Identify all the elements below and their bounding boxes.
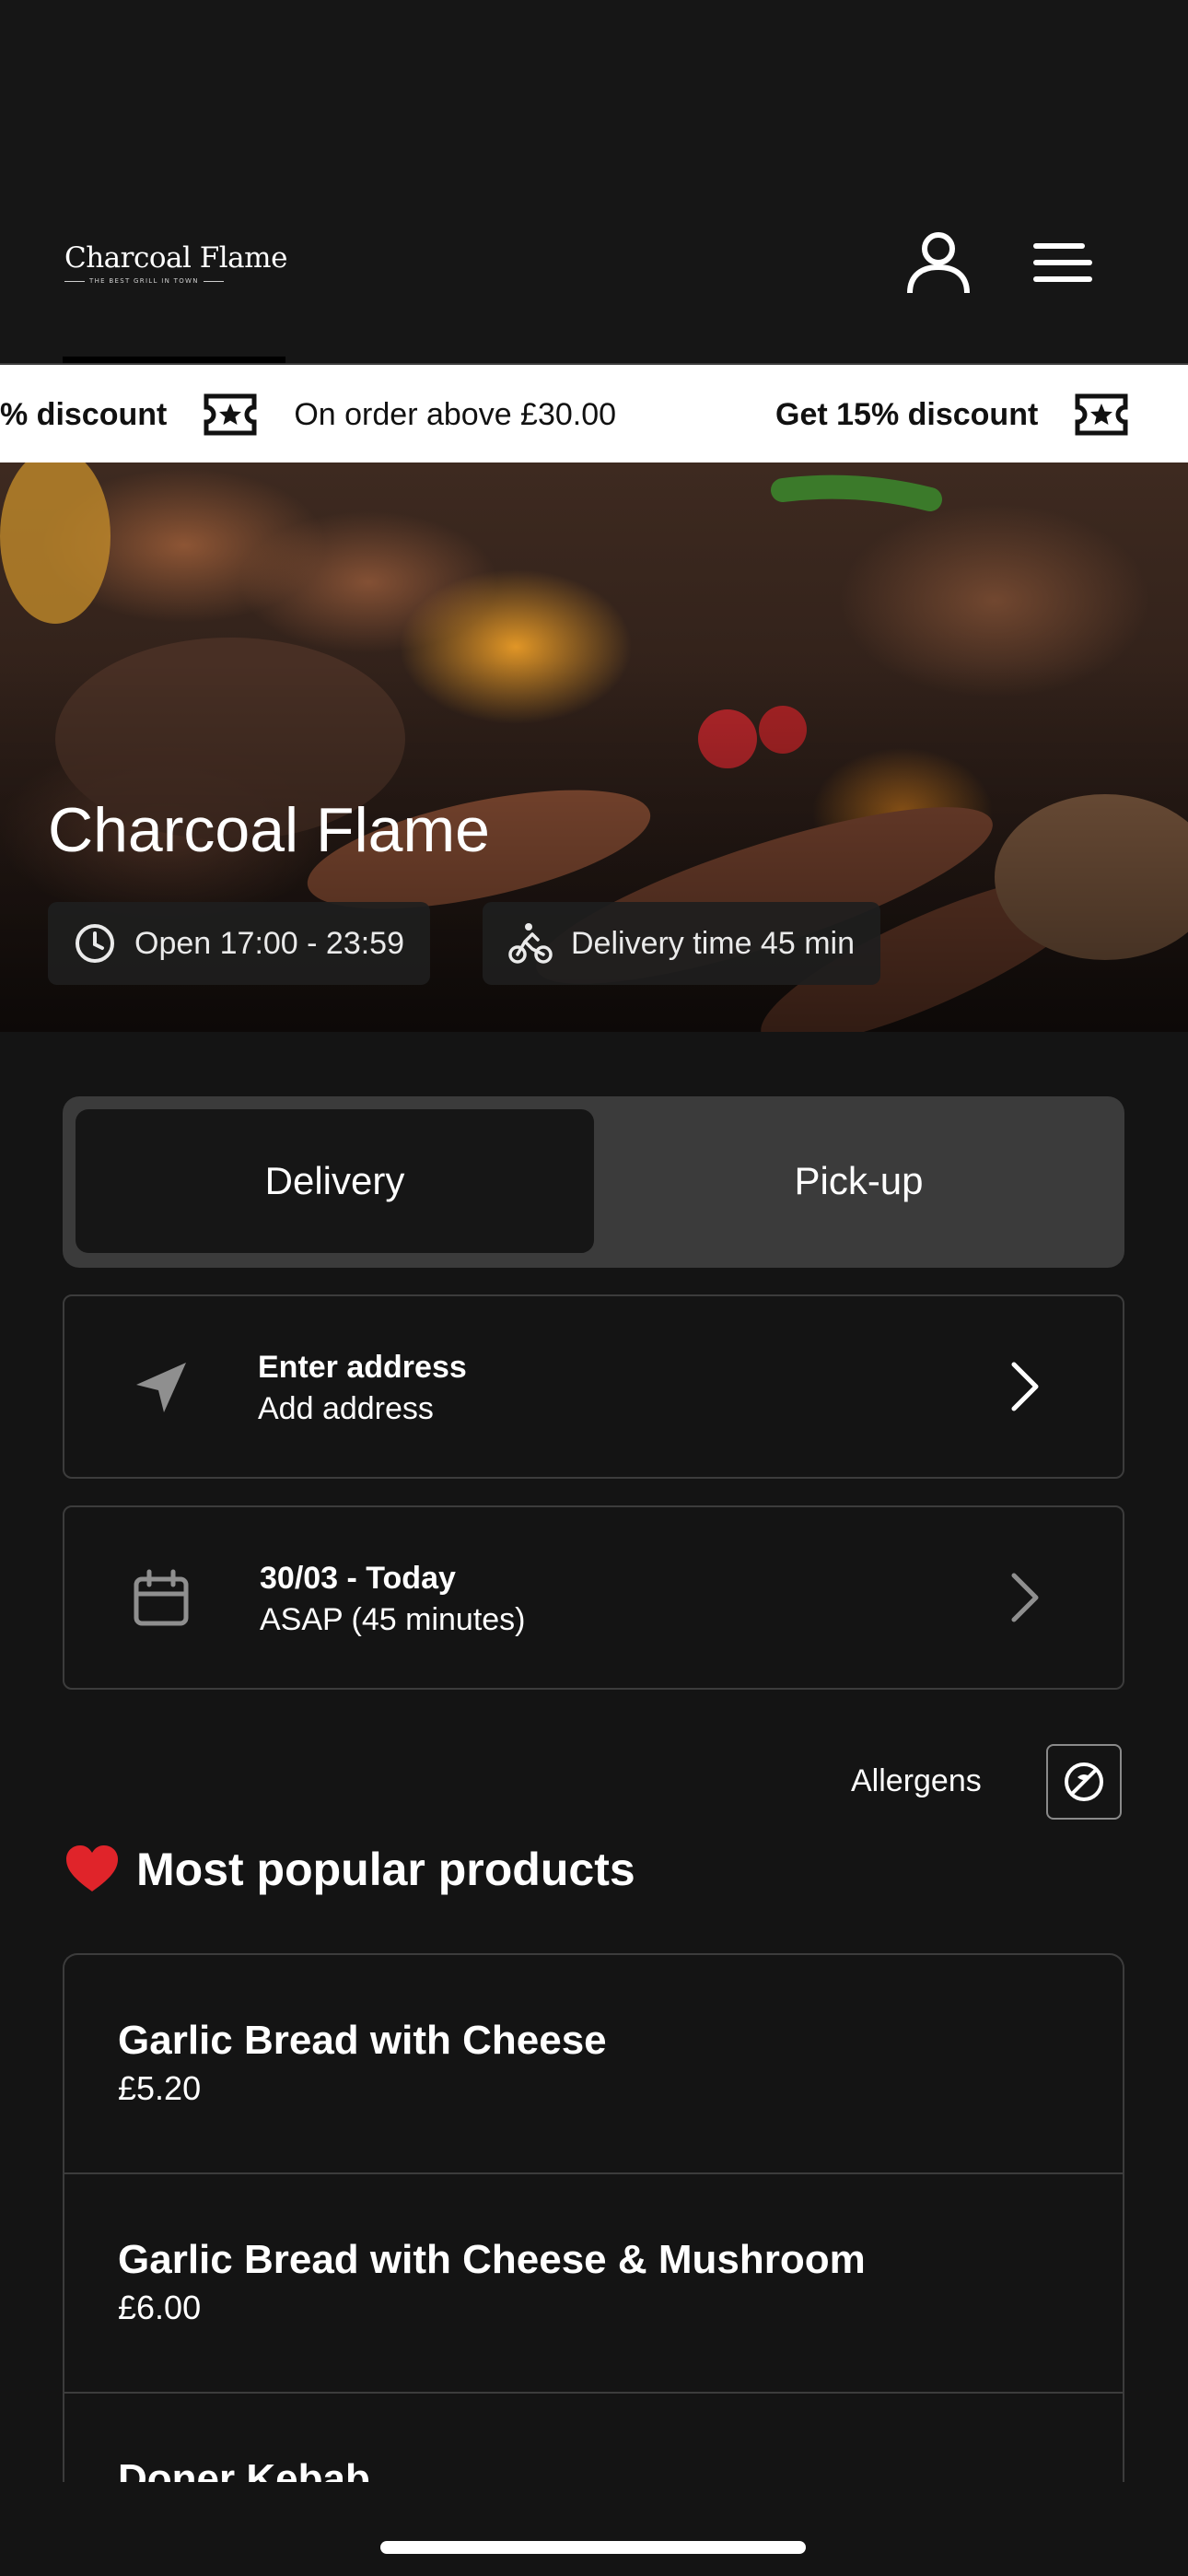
logo-divider (203, 280, 224, 282)
promo-item: % discount On order above £30.00 (0, 365, 616, 464)
no-allergen-icon (1065, 1762, 1103, 1801)
header-active-indicator (63, 357, 285, 363)
hours-chip: Open 17:00 - 23:59 (48, 902, 431, 985)
order-mode-toggle: Delivery Pick-up (63, 1096, 1124, 1268)
cyclist-icon (508, 923, 553, 964)
logo-tagline-row: THE BEST GRILL IN TOWN (64, 277, 285, 285)
promo-banner: % discount On order above £30.00 Get 15%… (0, 363, 1188, 464)
delivery-time-chip: Delivery time 45 min (483, 902, 880, 985)
tab-pickup[interactable]: Pick-up (606, 1109, 1112, 1253)
promo-item: Get 15% discount (775, 365, 1130, 464)
allergens-filter-button[interactable] (1046, 1744, 1122, 1820)
app-header: Charcoal Flame THE BEST GRILL IN TOWN (0, 0, 1188, 363)
promo-text: On order above £30.00 (294, 396, 617, 432)
section-title: Most popular products (64, 1843, 635, 1896)
delivery-time-text: Delivery time 45 min (571, 925, 855, 961)
address-subtitle: Add address (258, 1391, 434, 1426)
logo-name: Charcoal Flame (64, 241, 287, 275)
promo-bold-text: Get 15% discount (775, 396, 1039, 432)
restaurant-name: Charcoal Flame (48, 795, 490, 865)
promo-bold-text: % discount (0, 396, 168, 432)
location-arrow-icon (136, 1363, 186, 1412)
allergens-label: Allergens (851, 1763, 982, 1798)
chevron-right-icon (1011, 1362, 1039, 1411)
time-title: 30/03 - Today (260, 1561, 456, 1596)
hero-banner: Charcoal Flame Open 17:00 - 23:59 Delive… (0, 463, 1188, 1032)
calendar-icon (134, 1569, 189, 1626)
logo-tagline: THE BEST GRILL IN TOWN (89, 277, 199, 285)
list-item[interactable]: Garlic Bread with Cheese £5.20 (64, 1955, 1123, 2174)
ticket-star-icon (204, 393, 257, 436)
delivery-time-selector[interactable]: 30/03 - Today ASAP (45 minutes) (63, 1505, 1124, 1690)
hours-text: Open 17:00 - 23:59 (134, 925, 405, 961)
list-item[interactable]: Garlic Bread with Cheese & Mushroom £6.0… (64, 2174, 1123, 2394)
user-icon (907, 232, 970, 294)
time-subtitle: ASAP (45 minutes) (260, 1602, 526, 1637)
ticket-star-icon (1075, 393, 1128, 436)
product-name: Garlic Bread with Cheese (118, 2018, 607, 2063)
address-selector[interactable]: Enter address Add address (63, 1294, 1124, 1479)
address-title: Enter address (258, 1350, 467, 1385)
home-indicator[interactable] (380, 2541, 806, 2554)
menu-button[interactable] (1026, 236, 1103, 293)
tab-delivery[interactable]: Delivery (76, 1109, 594, 1253)
address-text: Enter address Add address (258, 1350, 467, 1427)
logo-divider (64, 280, 85, 282)
section-title-text: Most popular products (136, 1844, 635, 1895)
product-price: £6.00 (118, 2289, 202, 2326)
heart-icon (66, 1845, 118, 1891)
logo[interactable]: Charcoal Flame THE BEST GRILL IN TOWN (64, 241, 287, 285)
product-name: Doner Kebab (118, 2456, 370, 2482)
list-item[interactable]: Doner Kebab (64, 2394, 1123, 2482)
menu-icon (1033, 243, 1092, 282)
clock-icon (76, 924, 114, 963)
product-name: Garlic Bread with Cheese & Mushroom (118, 2237, 866, 2282)
account-button[interactable] (901, 227, 976, 302)
popular-products-list: Garlic Bread with Cheese £5.20 Garlic Br… (63, 1953, 1124, 2482)
product-price: £5.20 (118, 2069, 202, 2107)
time-text: 30/03 - Today ASAP (45 minutes) (260, 1561, 526, 1638)
chevron-right-icon (1011, 1573, 1039, 1622)
